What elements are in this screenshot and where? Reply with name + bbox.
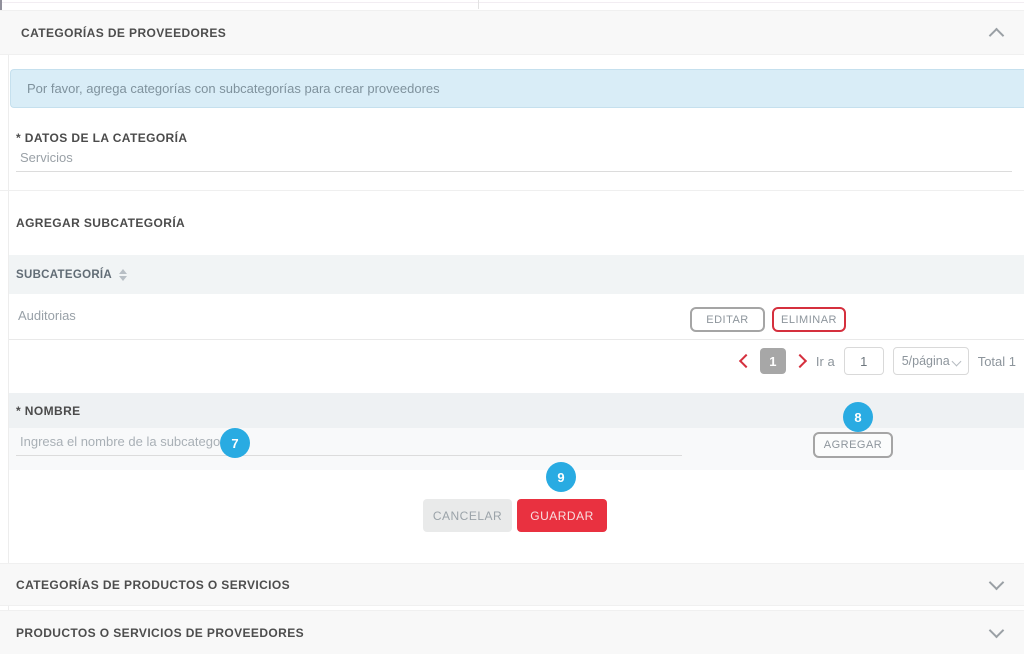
cancel-button[interactable]: CANCELAR xyxy=(423,499,512,532)
card-divider xyxy=(0,190,1024,191)
subcategory-column-header[interactable]: SUBCATEGORÍA xyxy=(16,269,112,281)
page-size-value: 5/página xyxy=(902,354,950,368)
page-size-select[interactable]: 5/página xyxy=(893,347,969,375)
info-banner: Por favor, agrega categorías con subcate… xyxy=(10,69,1024,108)
supplier-categories-page: CATEGORÍAS DE PROVEEDORES Por favor, agr… xyxy=(0,0,1024,654)
table-row: Auditorias EDITAR ELIMINAR xyxy=(9,294,1024,340)
step-badge-8: 8 xyxy=(843,402,873,432)
edit-button[interactable]: EDITAR xyxy=(690,307,765,332)
subcategory-table-header: SUBCATEGORÍA xyxy=(9,255,1024,294)
add-button[interactable]: AGREGAR xyxy=(813,432,893,458)
delete-button[interactable]: ELIMINAR xyxy=(772,307,846,332)
prev-page-icon[interactable] xyxy=(739,354,753,368)
section-header-productos-proveedores[interactable]: PRODUCTOS O SERVICIOS DE PROVEEDORES xyxy=(0,610,1024,654)
next-page-icon[interactable] xyxy=(793,354,807,368)
save-button[interactable]: GUARDAR xyxy=(517,499,607,532)
section-title: PRODUCTOS O SERVICIOS DE PROVEEDORES xyxy=(16,626,304,640)
category-name-input[interactable] xyxy=(16,150,1012,172)
step-badge-9: 9 xyxy=(546,462,576,492)
sorter-icon[interactable] xyxy=(119,269,127,281)
section-title: CATEGORÍAS DE PRODUCTOS O SERVICIOS xyxy=(16,578,290,592)
goto-label: Ir a xyxy=(816,354,835,369)
step-badge-7: 7 xyxy=(220,428,250,458)
page-title: CATEGORÍAS DE PROVEEDORES xyxy=(21,26,226,40)
pagination: 1 Ir a 5/página Total 1 xyxy=(741,347,1016,375)
section-header-productos-servicios[interactable]: CATEGORÍAS DE PRODUCTOS O SERVICIOS xyxy=(0,563,1024,606)
subcategory-name-input[interactable] xyxy=(16,434,682,456)
section-header-proveedores[interactable]: CATEGORÍAS DE PROVEEDORES xyxy=(0,10,1024,55)
top-divider xyxy=(478,0,479,9)
expand-icon[interactable] xyxy=(989,623,1005,639)
collapse-icon[interactable] xyxy=(989,27,1005,43)
add-subcategory-title: AGREGAR SUBCATEGORÍA xyxy=(16,216,185,230)
top-hairline xyxy=(0,2,1024,3)
page-item-active[interactable]: 1 xyxy=(760,348,786,374)
subcategory-name-cell: Auditorias xyxy=(18,308,76,323)
info-banner-text: Por favor, agrega categorías con subcate… xyxy=(27,81,440,96)
total-label: Total 1 xyxy=(978,354,1016,369)
expand-icon[interactable] xyxy=(989,575,1005,591)
category-data-label: * DATOS DE LA CATEGORÍA xyxy=(16,131,187,145)
select-arrow-icon xyxy=(951,357,961,367)
goto-page-input[interactable] xyxy=(844,347,884,375)
nombre-label: * NOMBRE xyxy=(16,404,81,418)
